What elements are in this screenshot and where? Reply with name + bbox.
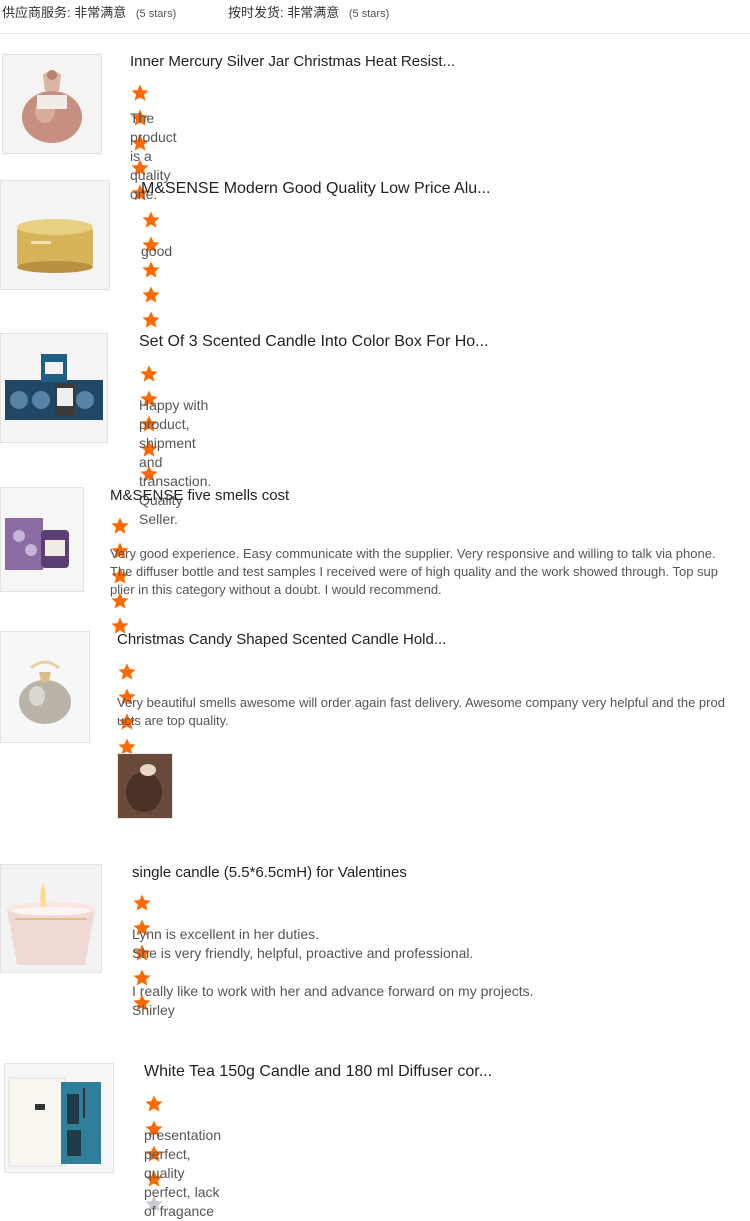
review-text-line: Very good experience. Easy communicate w… bbox=[110, 546, 716, 561]
star-rating bbox=[110, 516, 130, 634]
review-text: Very beautiful smells awesome will order… bbox=[117, 694, 742, 730]
review-photo[interactable] bbox=[117, 753, 173, 819]
delivery-label: 按时发货: bbox=[228, 5, 284, 20]
delivery-stars: (5 stars) bbox=[348, 8, 390, 20]
review-text: Happy with product, shipment and transac… bbox=[139, 397, 212, 527]
star-rating bbox=[139, 364, 159, 482]
product-thumbnail[interactable] bbox=[0, 333, 108, 443]
star-filled-icon bbox=[139, 364, 159, 384]
review-text: good bbox=[141, 243, 173, 259]
product-title[interactable]: White Tea 150g Candle and 180 ml Diffuse… bbox=[144, 1063, 492, 1081]
review-text: Lynn is excellent in her duties. She is … bbox=[132, 925, 732, 1020]
review-text: Very good experience. Easy communicate w… bbox=[110, 545, 740, 599]
product-thumbnail[interactable] bbox=[0, 180, 110, 290]
star-filled-icon bbox=[110, 516, 130, 536]
rating-summary-bar: 供应商服务: 非常满意 (5 stars) 按时发货: 非常满意 (5 star… bbox=[0, 0, 750, 34]
product-title[interactable]: single candle (5.5*6.5cmH) for Valentine… bbox=[132, 864, 407, 881]
star-rating bbox=[117, 662, 137, 780]
star-filled-icon bbox=[141, 210, 161, 230]
product-thumbnail[interactable] bbox=[0, 487, 84, 592]
review-text-line: Lynn is excellent in her duties. bbox=[132, 926, 320, 942]
star-rating bbox=[132, 893, 152, 1011]
star-rating bbox=[130, 83, 150, 201]
star-filled-icon bbox=[141, 285, 161, 305]
review-text-line: Very beautiful smells awesome will order… bbox=[117, 695, 725, 710]
review-text-line bbox=[132, 963, 732, 982]
star-filled-icon bbox=[132, 893, 152, 913]
review-text-line: I really like to work with her and advan… bbox=[132, 983, 534, 999]
review-text-line: Shirley bbox=[132, 1002, 175, 1018]
star-rating bbox=[144, 1094, 164, 1212]
supplier-service-rating: 供应商服务: 非常满意 (5 stars) bbox=[2, 2, 176, 21]
review-text-line: The diffuser bottle and test samples I r… bbox=[110, 564, 718, 579]
supplier-service-value: 非常满意 bbox=[74, 5, 127, 20]
review-text: presentation perfect, quality perfect, l… bbox=[144, 1127, 222, 1219]
product-title[interactable]: Christmas Candy Shaped Scented Candle Ho… bbox=[117, 631, 446, 648]
star-filled-icon bbox=[144, 1094, 164, 1114]
star-filled-icon bbox=[141, 310, 161, 330]
star-filled-icon bbox=[117, 662, 137, 682]
delivery-value: 非常满意 bbox=[287, 5, 340, 20]
product-title[interactable]: M&SENSE five smells cost bbox=[110, 487, 289, 504]
on-time-delivery-rating: 按时发货: 非常满意 (5 stars) bbox=[228, 2, 389, 21]
supplier-service-label: 供应商服务: bbox=[2, 5, 71, 20]
product-title[interactable]: M&SENSE Modern Good Quality Low Price Al… bbox=[141, 180, 490, 198]
star-filled-icon bbox=[130, 83, 150, 103]
product-thumbnail[interactable] bbox=[4, 1063, 114, 1173]
product-title[interactable]: Set Of 3 Scented Candle Into Color Box F… bbox=[139, 333, 489, 351]
review-text-line: ucts are top quality. bbox=[117, 713, 229, 728]
product-thumbnail[interactable] bbox=[2, 54, 102, 154]
review-text-line: plier in this category without a doubt. … bbox=[110, 582, 442, 597]
star-filled-icon bbox=[141, 260, 161, 280]
product-title[interactable]: Inner Mercury Silver Jar Christmas Heat … bbox=[130, 53, 455, 70]
supplier-service-stars: (5 stars) bbox=[135, 8, 177, 20]
product-thumbnail[interactable] bbox=[0, 631, 90, 743]
star-rating bbox=[141, 210, 161, 328]
product-thumbnail[interactable] bbox=[0, 864, 102, 973]
review-text-line: She is very friendly, helpful, proactive… bbox=[132, 945, 474, 961]
